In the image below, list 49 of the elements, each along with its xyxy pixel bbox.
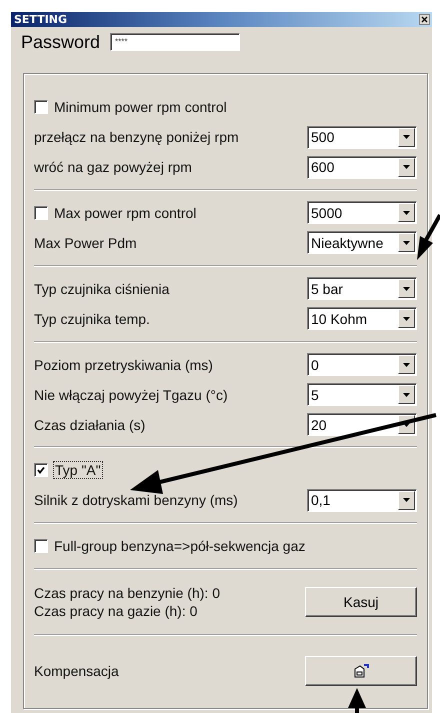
dropdown[interactable]: 5 [307, 383, 417, 406]
check-mark-icon [37, 466, 45, 474]
field-label: Kompensacja [34, 662, 119, 679]
field-label: Poziom przetryskiwania (ms) [34, 356, 213, 373]
dropdown[interactable]: 0,1 [307, 488, 417, 512]
dropdown-arrow-icon [402, 362, 411, 368]
dropdown-arrow-icon [402, 210, 411, 216]
dropdown-arrow-icon [402, 134, 411, 140]
properties-icon [353, 664, 369, 678]
field-label: Nie włączaj powyżej Tgazu (°c) [34, 386, 228, 403]
dropdown-arrow-icon [402, 286, 411, 292]
field-label: Typ czujnika temp. [34, 310, 150, 327]
checkbox-label: Full-group benzyna=>pół-sekwencja gaz [54, 538, 306, 554]
dropdown-arrow-icon [402, 240, 411, 246]
dropdown-arrow-icon [402, 316, 411, 322]
counter-text: Czas pracy na benzynie (h): 0 [34, 585, 220, 602]
dropdown[interactable]: 10 Kohm [307, 307, 417, 330]
field-label: Typ czujnika ciśnienia [34, 280, 170, 297]
dropdown[interactable]: 0 [307, 353, 417, 376]
close-icon[interactable] [419, 14, 430, 25]
dropdown-arrow-icon [402, 392, 411, 398]
checkbox[interactable] [34, 100, 48, 114]
checkbox-label: Max power rpm control [54, 204, 196, 221]
dropdown-arrow-icon [402, 497, 411, 504]
properties-button[interactable] [305, 656, 417, 686]
field-label: przełącz na benzynę poniżej rpm [34, 129, 239, 145]
dropdown[interactable]: 500 [307, 126, 417, 148]
dropdown[interactable]: 5000 [307, 201, 417, 224]
window-title: SETTING [14, 13, 68, 26]
counter-text: Czas pracy na gazie (h): 0 [34, 603, 198, 620]
dropdown[interactable]: Nieaktywne [307, 231, 417, 254]
field-label: Silnik z dotryskami benzyny (ms) [34, 492, 238, 508]
checkbox[interactable] [34, 206, 48, 220]
dropdown-arrow-icon [402, 164, 411, 170]
checkbox[interactable] [34, 463, 48, 478]
checkbox[interactable] [34, 539, 48, 554]
reset-button[interactable]: Kasuj [305, 587, 417, 618]
field-label: wróć na gaz powyżej rpm [34, 159, 192, 175]
checkbox-label: Typ "A" [54, 462, 102, 478]
dropdown[interactable]: 600 [307, 156, 417, 178]
field-label: Czas działania (s) [34, 416, 146, 433]
checkbox-label: Minimum power rpm control [54, 99, 227, 115]
password-field[interactable]: **** [110, 33, 240, 51]
annotation-arrow [348, 688, 366, 713]
password-label: Password [21, 32, 100, 52]
dropdown-arrow-icon [402, 422, 411, 428]
field-label: Max Power Pdm [34, 234, 137, 251]
dropdown[interactable]: 5 bar [307, 277, 417, 300]
annotation-arrow [417, 214, 440, 260]
